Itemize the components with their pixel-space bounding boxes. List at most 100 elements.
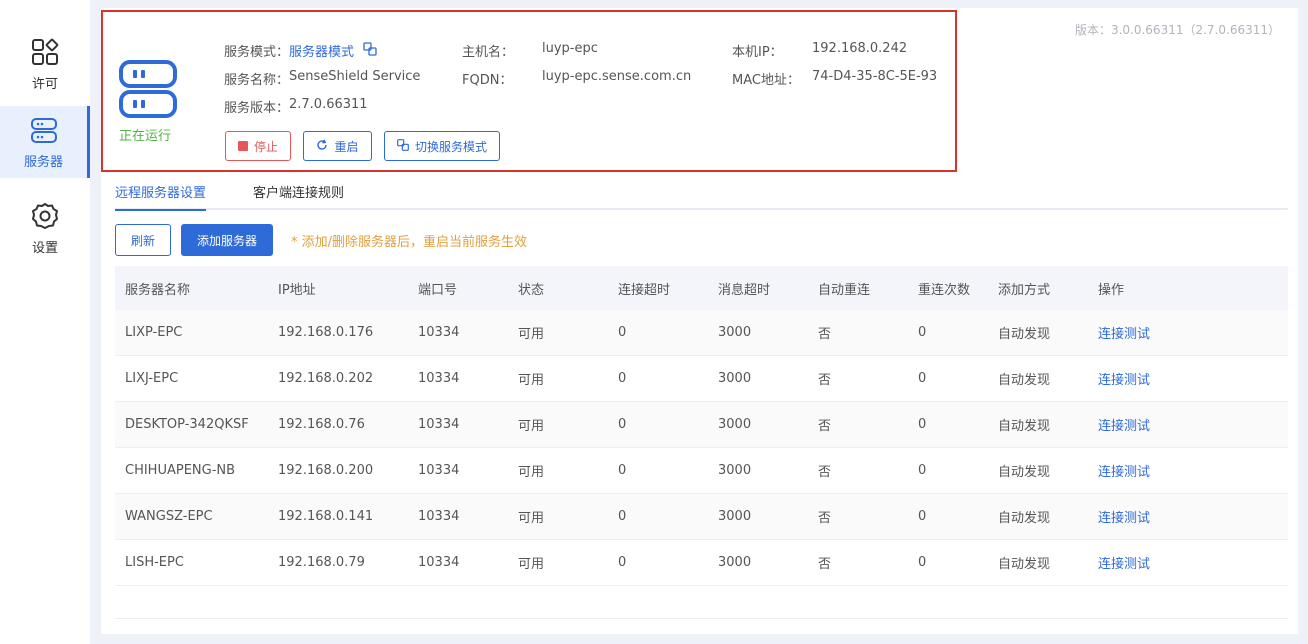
table-cell: 192.168.0.176 (278, 325, 374, 340)
table-cell: 自动发现 (998, 419, 1051, 434)
stop-icon (237, 141, 248, 151)
fqdn-label: FQDN： (462, 73, 513, 88)
sidebar-item-license[interactable]: 许可 (0, 28, 90, 100)
connection-test-link[interactable]: 连接测试 (1098, 494, 1150, 539)
server-status-icon (119, 60, 177, 122)
table-cell: LISH-EPC (125, 555, 184, 570)
column-header: 端口号 (418, 282, 458, 298)
connection-test-link[interactable]: 连接测试 (1098, 402, 1150, 447)
main-panel: 版本：3.0.0.66311（2.7.0.66311） 正在运行 服务模式： 服… (101, 8, 1298, 634)
connection-test-link[interactable]: 连接测试 (1098, 310, 1150, 355)
column-header: 自动重连 (818, 282, 871, 298)
table-cell: 可用 (518, 373, 545, 388)
table-cell: WANGSZ-EPC (125, 509, 213, 524)
restart-hint: * 添加/删除服务器后，重启当前服务生效 (291, 235, 528, 250)
table-cell: CHIHUAPENG-NB (125, 463, 236, 478)
stop-label: 停止 (253, 139, 278, 154)
table-cell: 192.168.0.79 (278, 555, 365, 570)
ip-value: 192.168.0.242 (812, 41, 908, 56)
sidebar-item-settings[interactable]: 设置 (0, 192, 90, 264)
fqdn-value: luyp-epc.sense.com.cn (542, 69, 692, 84)
table-cell: 否 (818, 373, 832, 388)
switch-mode-label: 切换服务模式 (414, 139, 487, 154)
tab-remote-server-settings[interactable]: 远程服务器设置 (115, 182, 207, 211)
tab-client-connection-rules[interactable]: 客户端连接规则 (253, 182, 344, 209)
table-cell: 0 (918, 325, 927, 340)
table-cell: 否 (818, 557, 832, 572)
table-cell: 0 (618, 555, 627, 570)
table-cell: 10334 (418, 371, 460, 386)
column-header: 操作 (1098, 282, 1125, 298)
column-header: 消息超时 (718, 282, 771, 298)
table-cell: 10334 (418, 463, 460, 478)
table-cell: 10334 (418, 417, 460, 432)
table-header: 服务器名称 IP地址 端口号 状态 连接超时 消息超时 自动重连 重连次数 添加… (115, 266, 1288, 310)
sidebar-item-server[interactable]: 服务器 (0, 106, 90, 178)
connection-test-link[interactable]: 连接测试 (1098, 356, 1150, 401)
service-version-label: 服务版本： (224, 101, 290, 116)
table-cell: 0 (618, 417, 627, 432)
table-footer-divider (115, 618, 1288, 619)
add-server-button[interactable]: 添加服务器 (181, 224, 273, 256)
table-cell: 可用 (518, 557, 545, 572)
table-cell: 0 (918, 509, 927, 524)
service-mode-value: 服务器模式 (289, 45, 355, 60)
table-row: LIXJ-EPC 192.168.0.202 10334 可用 0 3000 否 0 自动发现 连… (115, 356, 1288, 402)
table-cell: 自动发现 (998, 465, 1051, 480)
service-name-value: SenseShield Service (289, 69, 421, 84)
table-body: LIXP-EPC 192.168.0.176 10334 可用 0 3000 否 0 自动发现连… (115, 310, 1288, 586)
table-row: LIXP-EPC 192.168.0.176 10334 可用 0 3000 否 0 自动发现 连… (115, 310, 1288, 356)
refresh-icon (316, 139, 328, 154)
copy-icon[interactable] (363, 42, 377, 60)
table-cell: 0 (918, 417, 927, 432)
table-cell: 192.168.0.141 (278, 509, 374, 524)
table-cell: DESKTOP-342QKSF (125, 417, 249, 432)
running-status: 正在运行 (119, 129, 172, 144)
sidebar-item-label: 服务器 (23, 154, 63, 170)
table-cell: 自动发现 (998, 373, 1051, 388)
table-cell: 0 (918, 555, 927, 570)
server-table: 服务器名称 IP地址 端口号 状态 连接超时 消息超时 自动重连 重连次数 添加… (115, 266, 1288, 586)
table-cell: 自动发现 (998, 511, 1051, 526)
table-cell: 否 (818, 511, 832, 526)
table-row: CHIHUAPENG-NB 192.168.0.200 10334 可用 0 3000 否 0… (115, 448, 1288, 494)
table-cell: 可用 (518, 327, 545, 342)
mac-value: 74-D4-35-8C-5E-93 (812, 69, 938, 84)
restart-button[interactable]: 重启 (303, 131, 372, 161)
ip-label: 本机IP： (732, 45, 783, 60)
table-cell: 0 (918, 371, 927, 386)
table-cell: 3000 (718, 371, 752, 386)
table-cell: LIXJ-EPC (125, 371, 179, 386)
connection-test-link[interactable]: 连接测试 (1098, 540, 1150, 585)
sidebar-item-label: 许可 (31, 76, 58, 92)
connection-test-link[interactable]: 连接测试 (1098, 448, 1150, 493)
refresh-button[interactable]: 刷新 (115, 224, 171, 256)
table-row: WANGSZ-EPC 192.168.0.141 10334 可用 0 3000 否 0 自动发… (115, 494, 1288, 540)
column-header: 连接超时 (618, 282, 671, 298)
stop-button[interactable]: 停止 (225, 131, 291, 161)
table-row: LISH-EPC 192.168.0.79 10334 可用 0 3000 否 0 自动发现 连接… (115, 540, 1288, 586)
table-cell: 否 (818, 465, 832, 480)
mac-label: MAC地址： (732, 73, 800, 88)
column-header: 服务器名称 (125, 282, 191, 298)
apps-icon (30, 37, 60, 67)
column-header: 重连次数 (918, 282, 971, 298)
table-cell: 否 (818, 419, 832, 434)
table-cell: 192.168.0.202 (278, 371, 374, 386)
table-cell: 可用 (518, 511, 545, 526)
table-cell: 3000 (718, 417, 752, 432)
table-cell: 10334 (418, 555, 460, 570)
sidebar: 许可 服务器 设置 (0, 0, 90, 644)
table-cell: 自动发现 (998, 557, 1051, 572)
service-mode-label: 服务模式： (224, 45, 290, 60)
table-cell: 0 (918, 463, 927, 478)
column-header: IP地址 (278, 282, 316, 298)
table-cell: 192.168.0.76 (278, 417, 365, 432)
hostname-value: luyp-epc (542, 41, 598, 56)
table-cell: 0 (618, 463, 627, 478)
switch-mode-button[interactable]: 切换服务模式 (384, 131, 500, 161)
service-version-value: 2.7.0.66311 (289, 97, 368, 112)
hostname-label: 主机名： (462, 45, 515, 60)
table-row: DESKTOP-342QKSF 192.168.0.76 10334 可用 0 3000 否… (115, 402, 1288, 448)
switch-icon (397, 138, 409, 154)
